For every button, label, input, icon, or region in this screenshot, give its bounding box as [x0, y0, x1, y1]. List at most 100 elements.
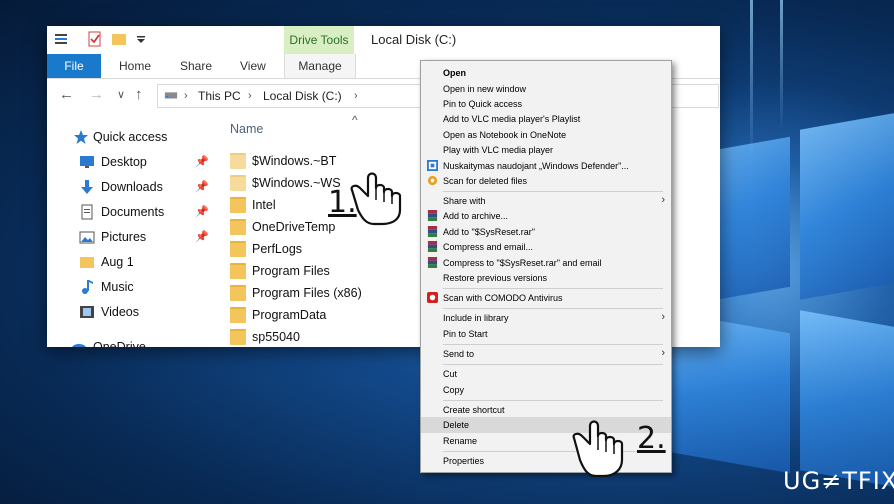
menu-item-pin-start[interactable]: Pin to Start	[421, 326, 671, 342]
menu-item-open-new-window[interactable]: Open in new window	[421, 81, 671, 97]
menu-item-label: Restore previous versions	[443, 273, 548, 283]
menu-item-label: Pin to Start	[443, 329, 488, 339]
menu-item-copy[interactable]: Copy	[421, 382, 671, 398]
menu-item-label: Open	[443, 68, 467, 78]
menu-item-include-library[interactable]: Include in library ›	[421, 310, 671, 326]
pointing-hand-icon	[572, 420, 624, 478]
sort-ascending-icon: ^	[352, 113, 358, 127]
nav-item-documents[interactable]: Documents 📌	[47, 201, 212, 223]
back-icon[interactable]: ←	[59, 87, 74, 103]
column-header-name[interactable]: Name	[230, 122, 263, 136]
window-title: Local Disk (C:)	[371, 32, 457, 47]
nav-item-label: Documents	[101, 205, 165, 219]
menu-item-restore-versions[interactable]: Restore previous versions	[421, 270, 671, 286]
pin-icon[interactable]: 📌	[195, 229, 209, 245]
pictures-icon	[79, 231, 95, 244]
nav-item-videos[interactable]: Videos	[47, 301, 212, 323]
tab-file[interactable]: File	[47, 54, 101, 78]
menu-item-label: Play with VLC media player	[443, 145, 554, 155]
menu-item-label: Scan with COMODO Antivirus	[443, 293, 563, 303]
step-2-label: 2.	[637, 421, 666, 456]
pin-icon[interactable]: 📌	[195, 179, 209, 195]
breadcrumb-this-pc[interactable]: This PC	[198, 88, 241, 104]
menu-item-windows-defender[interactable]: Nuskaitymas naudojant „Windows Defender"…	[421, 158, 671, 174]
drive-tools-label: Drive Tools	[284, 26, 354, 54]
folder-icon[interactable]	[111, 31, 127, 47]
menu-item-label: Compress to "$SysReset.rar" and email	[443, 258, 602, 268]
menu-item-label: Rename	[443, 436, 478, 446]
menu-item-share-with[interactable]: Share with ›	[421, 193, 671, 209]
folder-icon	[230, 175, 246, 191]
context-menu: Open Open in new window Pin to Quick acc…	[420, 60, 672, 473]
step-1-label: 1.	[328, 185, 357, 220]
menu-item-label: Scan for deleted files	[443, 176, 528, 186]
menu-item-compress-rar-email[interactable]: Compress to "$SysReset.rar" and email	[421, 255, 671, 271]
nav-item-label: Videos	[101, 305, 139, 319]
nav-item-label: Desktop	[101, 155, 147, 169]
submenu-arrow-icon: ›	[661, 194, 665, 206]
nav-item-quick-access[interactable]: Quick access	[47, 126, 212, 148]
file-name: OneDriveTemp	[252, 220, 336, 234]
pin-icon[interactable]: 📌	[195, 154, 209, 170]
menu-item-label: Compress and email...	[443, 242, 534, 252]
menu-item-add-to-rar[interactable]: Add to "$SysReset.rar"	[421, 224, 671, 240]
chevron-right-icon[interactable]: ›	[354, 88, 358, 104]
file-name: ProgramData	[252, 308, 327, 322]
up-icon[interactable]: ↑	[135, 87, 143, 103]
nav-item-pictures[interactable]: Pictures 📌	[47, 226, 212, 248]
star-icon	[74, 130, 88, 144]
onedrive-icon	[72, 344, 86, 347]
tab-view[interactable]: View	[240, 54, 266, 78]
menu-item-label: Create shortcut	[443, 405, 505, 415]
menu-separator	[443, 191, 663, 192]
winrar-icon	[427, 257, 438, 268]
nav-item-music[interactable]: Music	[47, 276, 212, 298]
menu-item-open[interactable]: Open	[421, 65, 671, 81]
menu-item-add-archive[interactable]: Add to archive...	[421, 208, 671, 224]
customize-toolbar-icon[interactable]	[133, 31, 149, 47]
nav-item-onedrive[interactable]: OneDrive	[47, 336, 212, 347]
menu-item-label: Pin to Quick access	[443, 99, 523, 109]
file-name: sp55040	[252, 330, 300, 344]
recent-locations-icon[interactable]: ∨	[117, 87, 125, 103]
menu-item-label: Open in new window	[443, 84, 527, 94]
navigation-pane: Quick access Desktop 📌 Downloads 📌 Docum…	[47, 112, 212, 347]
submenu-arrow-icon: ›	[661, 347, 665, 359]
nav-item-label: Music	[101, 280, 134, 294]
nav-item-downloads[interactable]: Downloads 📌	[47, 176, 212, 198]
tab-share[interactable]: Share	[180, 54, 212, 78]
checkmark-icon[interactable]	[87, 31, 103, 47]
menu-separator	[443, 344, 663, 345]
menu-item-open-onenote[interactable]: Open as Notebook in OneNote	[421, 127, 671, 143]
menu-item-label: Include in library	[443, 313, 509, 323]
tab-manage[interactable]: Manage	[284, 54, 356, 78]
menu-item-label: Add to "$SysReset.rar"	[443, 227, 535, 237]
tab-home[interactable]: Home	[119, 54, 151, 78]
pin-icon[interactable]: 📌	[195, 204, 209, 220]
nav-item-desktop[interactable]: Desktop 📌	[47, 151, 212, 173]
forward-icon[interactable]: →	[89, 87, 104, 103]
folder-icon	[230, 197, 246, 213]
menu-separator	[443, 400, 663, 401]
folder-icon	[230, 307, 246, 323]
winrar-icon	[427, 226, 438, 237]
menu-item-scan-comodo[interactable]: Scan with COMODO Antivirus	[421, 290, 671, 306]
chevron-right-icon[interactable]: ›	[248, 88, 252, 104]
menu-separator	[443, 288, 663, 289]
menu-item-compress-email[interactable]: Compress and email...	[421, 239, 671, 255]
menu-item-pin-quick-access[interactable]: Pin to Quick access	[421, 96, 671, 112]
menu-item-play-vlc[interactable]: Play with VLC media player	[421, 142, 671, 158]
menu-item-label: Send to	[443, 349, 475, 359]
breadcrumb-local-disk[interactable]: Local Disk (C:)	[263, 88, 342, 104]
menu-item-cut[interactable]: Cut	[421, 366, 671, 382]
menu-item-send-to[interactable]: Send to ›	[421, 346, 671, 362]
nav-item-label: Quick access	[93, 130, 168, 144]
menu-item-add-vlc-playlist[interactable]: Add to VLC media player's Playlist	[421, 111, 671, 127]
chevron-right-icon[interactable]: ›	[184, 88, 188, 104]
nav-item-aug-1[interactable]: Aug 1	[47, 251, 212, 273]
folder-icon	[230, 285, 246, 301]
title-bar: Drive Tools Local Disk (C:)	[47, 26, 720, 54]
menu-item-scan-deleted[interactable]: Scan for deleted files	[421, 173, 671, 189]
folder-icon	[230, 153, 246, 169]
properties-icon[interactable]	[53, 31, 69, 47]
